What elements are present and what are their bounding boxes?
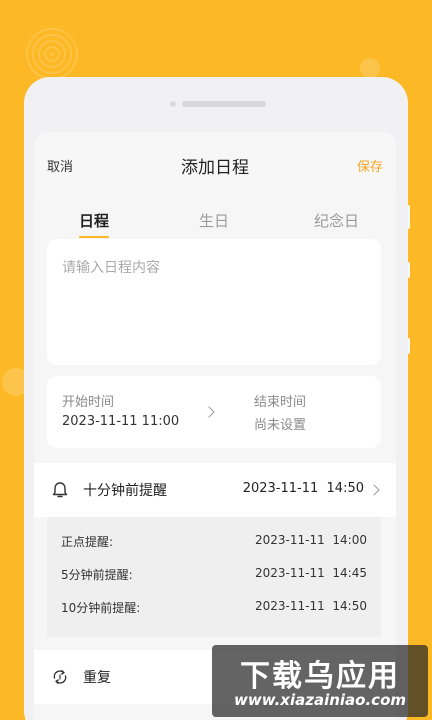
end-time-label: 结束时间 xyxy=(254,395,307,410)
option-datetime: 2023-11-11 14:50 xyxy=(255,599,367,613)
tab-birthday[interactable]: 生日 xyxy=(199,210,229,231)
reminder-option[interactable]: 正点提醒: 2023-11-11 14:00 xyxy=(47,527,381,560)
reminder-options: 正点提醒: 2023-11-11 14:00 5分钟前提醒: 2023-11-1… xyxy=(47,517,381,637)
time-selector: 开始时间 2023-11-11 11:00 结束时间 尚未设置 xyxy=(47,376,381,448)
chevron-right-icon xyxy=(368,484,380,496)
reminder-label: 十分钟前提醒 xyxy=(83,483,167,499)
tab-schedule[interactable]: 日程 xyxy=(79,210,109,231)
repeat-label: 重复 xyxy=(83,670,111,686)
chevron-right-icon xyxy=(203,406,215,418)
watermark-url: www.xiazainiao.com xyxy=(233,691,407,709)
option-label: 5分钟前提醒: xyxy=(61,568,133,582)
option-time: 14:45 xyxy=(332,566,367,580)
option-datetime: 2023-11-11 14:45 xyxy=(255,566,367,580)
repeat-icon xyxy=(53,670,67,684)
option-date: 2023-11-11 xyxy=(255,599,325,613)
reminder-time: 14:50 xyxy=(326,481,364,496)
option-datetime: 2023-11-11 14:00 xyxy=(255,533,367,547)
schedule-content-input[interactable]: 请输入日程内容 xyxy=(47,239,381,365)
option-label: 10分钟前提醒: xyxy=(61,601,141,615)
content-placeholder: 请输入日程内容 xyxy=(62,260,160,276)
save-button[interactable]: 保存 xyxy=(357,156,383,175)
reminder-datetime: 2023-11-11 14:50 xyxy=(243,481,364,496)
type-tabs: 日程 生日 纪念日 xyxy=(34,198,396,240)
reminder-option[interactable]: 10分钟前提醒: 2023-11-11 14:50 xyxy=(47,593,381,626)
option-label: 正点提醒: xyxy=(61,535,114,549)
watermark-logo: 下载乌应用 www.xiazainiao.com xyxy=(212,645,428,717)
phone-speaker xyxy=(182,101,266,107)
end-time-value[interactable]: 尚未设置 xyxy=(254,414,306,433)
background-dot xyxy=(360,58,380,78)
start-time-label: 开始时间 xyxy=(62,395,115,410)
option-time: 14:00 xyxy=(332,533,367,547)
option-date: 2023-11-11 xyxy=(255,533,325,547)
phone-camera xyxy=(170,101,176,107)
reminder-row[interactable]: 十分钟前提醒 2023-11-11 14:50 xyxy=(34,463,396,517)
reminder-option[interactable]: 5分钟前提醒: 2023-11-11 14:45 xyxy=(47,560,381,593)
start-time-value[interactable]: 2023-11-11 11:00 xyxy=(62,414,179,429)
bell-icon xyxy=(52,482,68,498)
add-schedule-screen: 取消 添加日程 保存 日程 生日 纪念日 请输入日程内容 开始时间 2023-1… xyxy=(34,132,396,720)
nav-bar: 取消 添加日程 保存 xyxy=(34,132,396,198)
tab-active-indicator xyxy=(79,236,109,238)
phone-frame: 取消 添加日程 保存 日程 生日 纪念日 请输入日程内容 开始时间 2023-1… xyxy=(24,77,408,720)
page-title: 添加日程 xyxy=(181,158,249,178)
tab-anniversary[interactable]: 纪念日 xyxy=(314,210,359,231)
option-date: 2023-11-11 xyxy=(255,566,325,580)
background-decoration xyxy=(22,24,82,84)
option-time: 14:50 xyxy=(332,599,367,613)
watermark-text: 下载乌应用 xyxy=(240,659,400,694)
reminder-date: 2023-11-11 xyxy=(242,481,319,496)
